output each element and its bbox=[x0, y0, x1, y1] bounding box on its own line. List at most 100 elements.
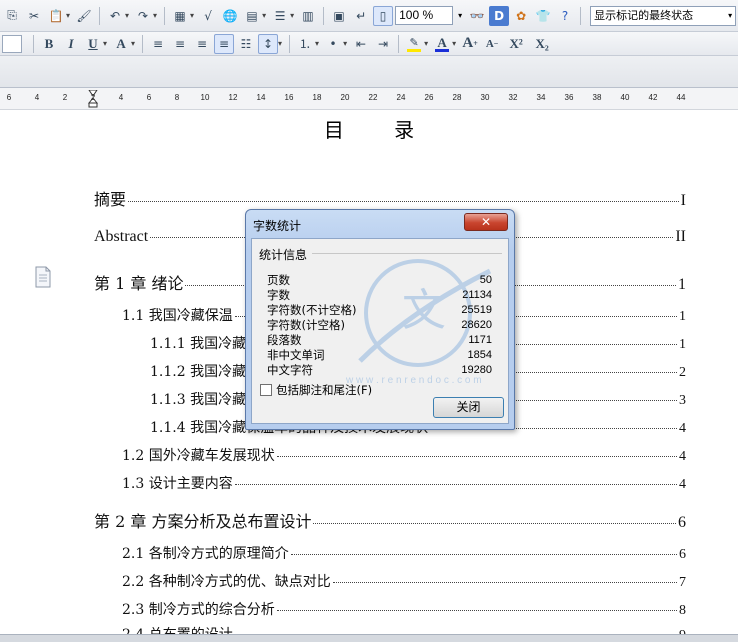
grow-font-button[interactable]: A + bbox=[460, 34, 480, 54]
separator bbox=[580, 6, 582, 25]
redo-icon[interactable]: ↷ bbox=[133, 6, 153, 26]
close-button[interactable]: 关闭 bbox=[433, 397, 504, 418]
ruler-tick-label: 18 bbox=[312, 93, 322, 102]
research-icon[interactable]: 👓 bbox=[467, 6, 487, 26]
toc-entry-page: 8 bbox=[679, 603, 686, 618]
toc-entry[interactable]: 1.3 设计主要内容 4 bbox=[122, 473, 686, 493]
toc-leader bbox=[290, 554, 677, 555]
toc-leader bbox=[313, 523, 676, 524]
toc-entry-text: 摘要 bbox=[94, 190, 127, 209]
word-icon[interactable]: D bbox=[489, 5, 510, 26]
cut-icon[interactable]: ✂ bbox=[24, 6, 44, 26]
align-center-icon[interactable]: ≡ bbox=[170, 34, 190, 54]
shrink-font-button[interactable]: A − bbox=[482, 34, 502, 54]
underline-dropdown-icon[interactable]: ▾ bbox=[103, 39, 107, 48]
font-color-dropdown-icon[interactable]: ▾ bbox=[452, 39, 456, 48]
chart-icon[interactable]: ▥ bbox=[298, 6, 318, 26]
standard-toolbar: ⎘ ✂ 📋 ▾ 🖌 ↶ ▾ ↷ ▾ ▦ ▾ √ 🌐 ▤ ▾ ☰ ▾ ▥ ▣ ↵ … bbox=[0, 0, 738, 32]
align-right-icon[interactable]: ≡ bbox=[192, 34, 212, 54]
include-footnotes-option[interactable]: 包括脚注和尾注(F) bbox=[260, 382, 372, 398]
dialog-title: 字数统计 bbox=[253, 219, 302, 233]
highlight-icon[interactable]: ✎ bbox=[404, 34, 424, 54]
markup-mode-select[interactable]: 显示标记的最终状态 ▾ bbox=[590, 5, 737, 26]
word-count-dialog[interactable]: 字数统计 ✕ 文 w w w . r e n r e n d o c . c o… bbox=[245, 209, 515, 430]
toc-entry[interactable]: 2.1 各制冷方式的原理简介 6 bbox=[122, 543, 686, 563]
shirt-icon[interactable]: 👕 bbox=[533, 6, 553, 26]
format-painter-icon[interactable]: 🖌 bbox=[74, 6, 94, 26]
subscript-button[interactable]: X₂ bbox=[530, 34, 554, 54]
separator bbox=[323, 6, 325, 25]
copy-icon[interactable]: ⎘ bbox=[2, 6, 22, 26]
char-scale-button[interactable]: A bbox=[111, 34, 131, 54]
include-footnotes-checkbox[interactable] bbox=[260, 384, 272, 396]
insert-table-dropdown-icon[interactable]: ▾ bbox=[262, 11, 266, 20]
globe-icon[interactable]: 🌐 bbox=[220, 6, 240, 26]
stat-value: 50 bbox=[479, 274, 492, 286]
table-dropdown-icon[interactable]: ▾ bbox=[190, 11, 194, 20]
columns-icon[interactable]: ☰ bbox=[270, 6, 290, 26]
numbering-dropdown-icon[interactable]: ▾ bbox=[315, 39, 319, 48]
paste-icon[interactable]: 📋 bbox=[46, 6, 66, 26]
toc-entry-page: 2 bbox=[679, 365, 686, 380]
toc-entry[interactable]: 第 2 章 方案分析及总布置设计 6 bbox=[94, 508, 686, 532]
bullets-dropdown-icon[interactable]: ▾ bbox=[343, 39, 347, 48]
toc-entry-page: 1 bbox=[678, 276, 686, 293]
ruler-tick-label: 8 bbox=[174, 93, 180, 102]
justify-icon[interactable]: ≡ bbox=[214, 33, 235, 54]
bold-button[interactable]: B bbox=[39, 34, 59, 54]
italic-button[interactable]: I bbox=[61, 34, 81, 54]
help-icon[interactable]: ? bbox=[555, 6, 575, 26]
shrink-font-label: A bbox=[485, 37, 494, 50]
undo-dropdown-icon[interactable]: ▾ bbox=[125, 11, 129, 20]
shape-icon[interactable]: ✿ bbox=[511, 6, 531, 26]
columns-dropdown-icon[interactable]: ▾ bbox=[290, 11, 294, 20]
toc-entry[interactable]: 摘要 I bbox=[94, 186, 686, 210]
document-map-icon[interactable]: ▣ bbox=[329, 6, 349, 26]
redo-dropdown-icon[interactable]: ▾ bbox=[153, 11, 157, 20]
toc-leader bbox=[234, 484, 677, 485]
line-spacing-icon[interactable]: ↕ bbox=[258, 33, 279, 54]
formatting-toolbar: B I U ▾ A ▾ ≡ ≡ ≡ ≡ ☷ ↕ ▾ ⒈ ▾ • ▾ ⇤ ⇥ ✎ … bbox=[0, 32, 738, 56]
separator bbox=[289, 34, 291, 53]
page-view-icon[interactable]: ▯ bbox=[373, 5, 394, 26]
superscript-button[interactable]: X² bbox=[504, 34, 528, 54]
highlight-dropdown-icon[interactable]: ▾ bbox=[424, 39, 428, 48]
horizontal-ruler[interactable]: 6 4 2 2 4 6 8 10 12 14 16 18 20 22 24 26 28 30 32 34 36 38 40 4… bbox=[0, 88, 738, 110]
stat-row-chars-no-spaces: 字符数(不计空格) 25519 bbox=[267, 303, 492, 318]
style-select[interactable] bbox=[2, 34, 22, 53]
align-left-icon[interactable]: ≡ bbox=[148, 34, 168, 54]
stat-row-pages: 页数 50 bbox=[267, 273, 492, 288]
formula-icon[interactable]: √ bbox=[198, 6, 218, 26]
markup-mode-label: 显示标记的最终状态 bbox=[594, 8, 694, 22]
font-color-glyph: A bbox=[437, 34, 447, 50]
stat-label: 字符数(计空格) bbox=[267, 318, 345, 332]
close-icon[interactable]: ✕ bbox=[464, 213, 508, 231]
zoom-dropdown-icon[interactable]: ▾ bbox=[455, 6, 465, 25]
increase-indent-icon[interactable]: ⇥ bbox=[373, 34, 393, 54]
line-spacing-dropdown-icon[interactable]: ▾ bbox=[278, 39, 282, 48]
undo-icon[interactable]: ↶ bbox=[105, 6, 125, 26]
toc-entry-page: 1 bbox=[679, 309, 686, 324]
toc-entry[interactable]: 2.3 制冷方式的综合分析 8 bbox=[122, 599, 686, 619]
toc-entry[interactable]: 2.4 总布置的设计 9 bbox=[122, 624, 686, 634]
zoom-input[interactable]: 100 % bbox=[395, 6, 454, 25]
underline-button[interactable]: U bbox=[83, 34, 103, 54]
toc-leader bbox=[276, 610, 677, 611]
distributed-icon[interactable]: ☷ bbox=[236, 34, 256, 54]
toc-entry[interactable]: 1.2 国外冷藏车发展现状 4 bbox=[122, 445, 686, 465]
toc-entry[interactable]: 2.2 各种制冷方式的优、缺点对比 7 bbox=[122, 571, 686, 591]
numbering-icon[interactable]: ⒈ bbox=[295, 34, 315, 54]
ruler-tick-label: 30 bbox=[480, 93, 490, 102]
insert-table-icon[interactable]: ▤ bbox=[242, 6, 262, 26]
bullets-icon[interactable]: • bbox=[323, 34, 343, 54]
paste-dropdown-icon[interactable]: ▾ bbox=[66, 11, 70, 20]
toc-entry-page: 4 bbox=[679, 421, 686, 436]
table-icon[interactable]: ▦ bbox=[170, 6, 190, 26]
char-scale-dropdown-icon[interactable]: ▾ bbox=[131, 39, 135, 48]
ruler-tick-label: 32 bbox=[508, 93, 518, 102]
show-formatting-icon[interactable]: ↵ bbox=[351, 6, 371, 26]
font-color-button[interactable]: A bbox=[432, 34, 452, 54]
ruler-tick-label: 6 bbox=[146, 93, 152, 102]
decrease-indent-icon[interactable]: ⇤ bbox=[351, 34, 371, 54]
toc-entry-text: 1.1.3 我国冷藏 bbox=[150, 392, 247, 408]
